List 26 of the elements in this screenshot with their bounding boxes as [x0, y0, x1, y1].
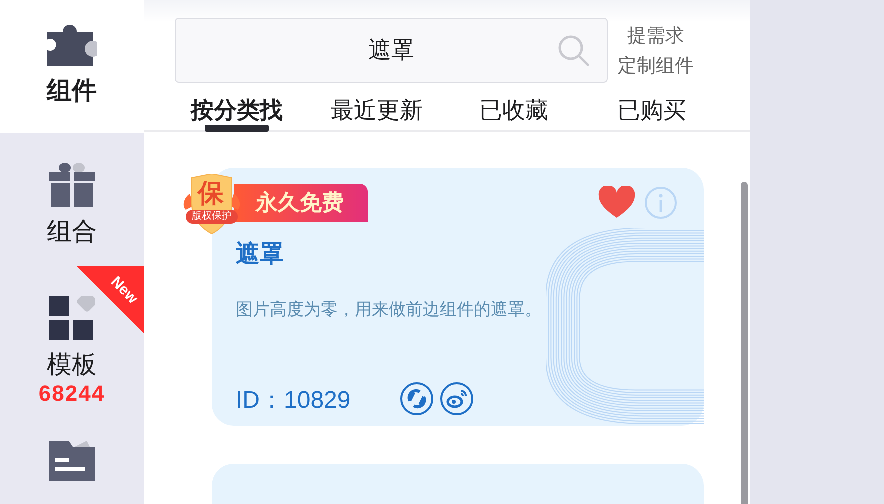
- category-tab[interactable]: 已购买: [584, 83, 720, 130]
- request-custom-link[interactable]: 提需求 定制组件: [618, 20, 694, 80]
- sidebar-label: 模板: [47, 349, 97, 381]
- category-tab[interactable]: 已收藏: [444, 83, 584, 130]
- free-forever-tag: 永久免费: [234, 184, 368, 222]
- scrollbar[interactable]: [741, 182, 748, 504]
- template-count: 68244: [38, 381, 106, 407]
- share-eye-icon[interactable]: [440, 382, 474, 416]
- folder-icon: [49, 441, 95, 481]
- component-id: ID：10829: [236, 386, 351, 416]
- sidebar-item[interactable]: 组合: [0, 133, 144, 266]
- puzzle-icon: [47, 22, 97, 66]
- shield-ribbon-text: 版权保护: [186, 210, 238, 224]
- shield-character: 保: [198, 178, 224, 210]
- category-tab[interactable]: 按分类找: [164, 83, 310, 130]
- card-description: 图片高度为零，用来做前边组件的遮罩。: [236, 299, 542, 321]
- sidebar-item[interactable]: 组件: [0, 0, 144, 133]
- gift-icon: [49, 163, 95, 207]
- share-swirl-icon[interactable]: [400, 382, 434, 416]
- category-tab[interactable]: 最近更新: [310, 83, 444, 130]
- blocks-icon: [49, 296, 95, 340]
- card-title: 遮罩: [236, 239, 284, 270]
- heart-icon[interactable]: [598, 186, 636, 220]
- sidebar-label: 组合: [47, 216, 97, 248]
- search-field[interactable]: 遮罩: [175, 18, 608, 83]
- sidebar-label: 组件: [47, 75, 97, 107]
